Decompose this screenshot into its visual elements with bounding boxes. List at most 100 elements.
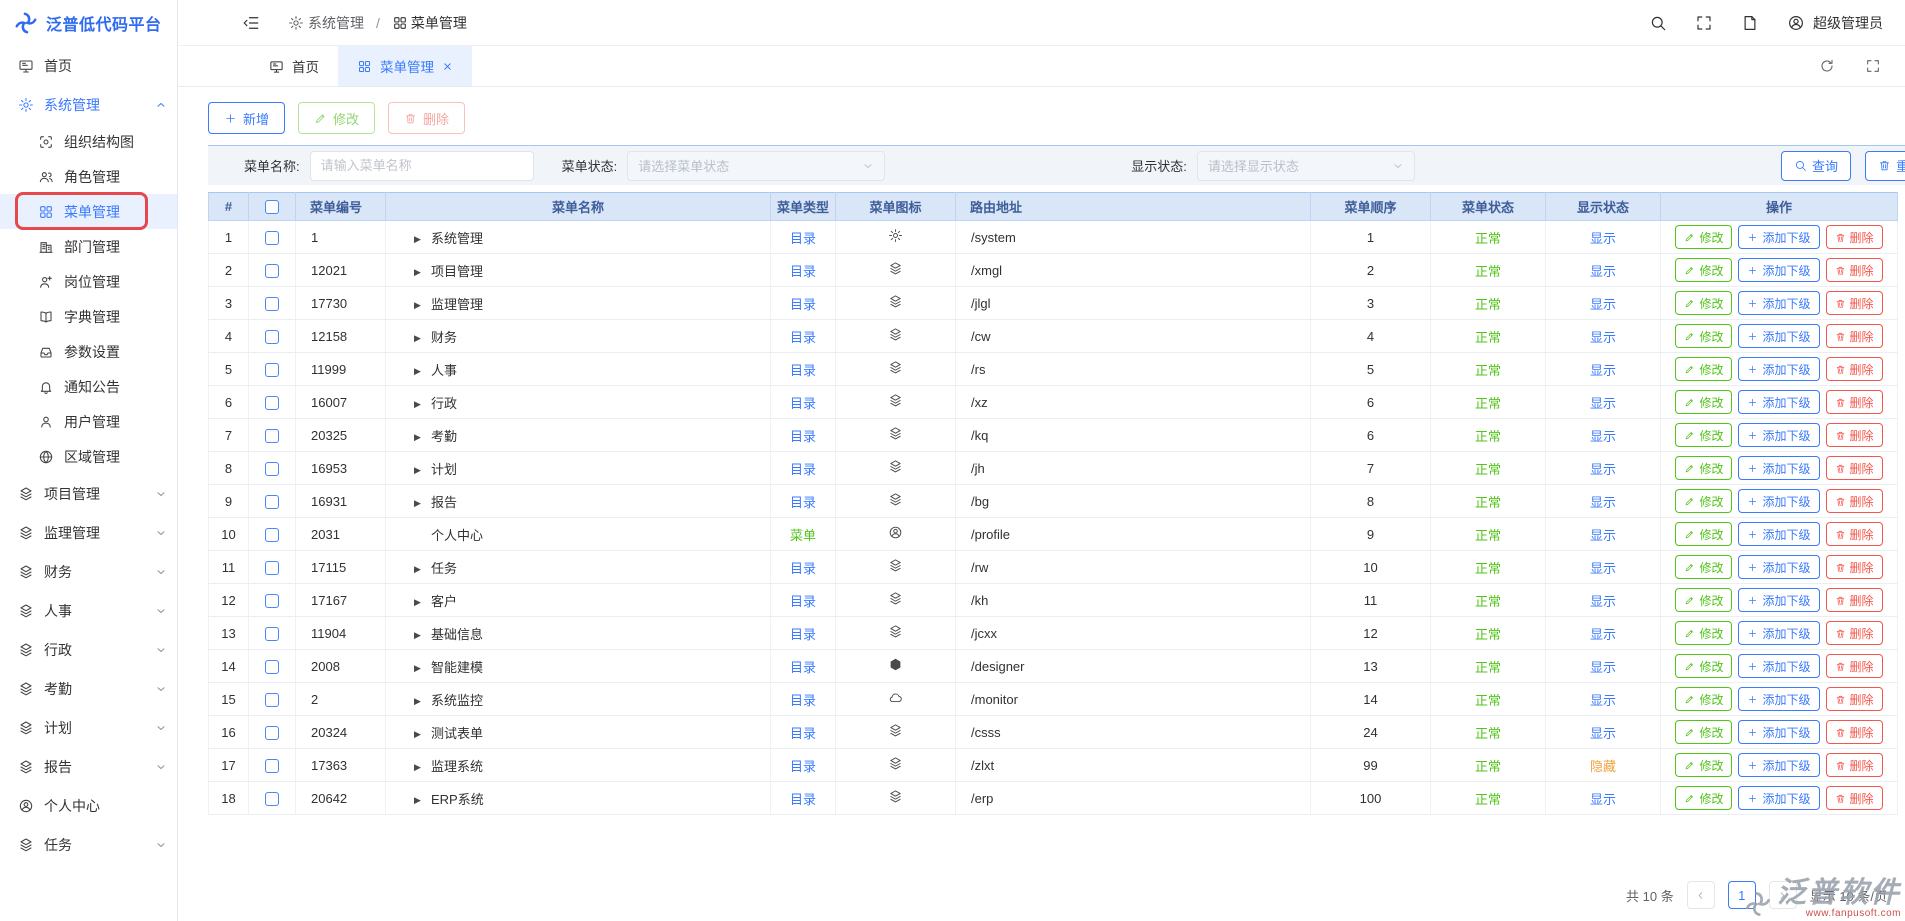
- row-delete-button[interactable]: 删除: [1826, 786, 1883, 810]
- row-add-child-button[interactable]: 添加下级: [1738, 225, 1819, 249]
- row-edit-button[interactable]: 修改: [1675, 357, 1732, 381]
- row-delete-button[interactable]: 删除: [1826, 456, 1883, 480]
- row-checkbox[interactable]: [265, 462, 279, 476]
- row-checkbox[interactable]: [265, 594, 279, 608]
- row-add-child-button[interactable]: 添加下级: [1738, 720, 1819, 744]
- expand-arrow-icon[interactable]: ▶: [414, 499, 431, 509]
- row-delete-button[interactable]: 删除: [1826, 555, 1883, 579]
- row-edit-button[interactable]: 修改: [1675, 753, 1732, 777]
- row-delete-button[interactable]: 删除: [1826, 654, 1883, 678]
- delete-button[interactable]: 删除: [388, 102, 465, 134]
- row-delete-button[interactable]: 删除: [1826, 357, 1883, 381]
- row-delete-button[interactable]: 删除: [1826, 489, 1883, 513]
- expand-arrow-icon[interactable]: ▶: [414, 268, 431, 278]
- row-checkbox[interactable]: [265, 528, 279, 542]
- expand-arrow-icon[interactable]: ▶: [414, 664, 431, 674]
- document-icon[interactable]: [1741, 14, 1759, 32]
- row-edit-button[interactable]: 修改: [1675, 588, 1732, 612]
- row-add-child-button[interactable]: 添加下级: [1738, 291, 1819, 315]
- row-edit-button[interactable]: 修改: [1675, 522, 1732, 546]
- row-add-child-button[interactable]: 添加下级: [1738, 390, 1819, 414]
- sidebar-item-role-management[interactable]: 角色管理: [0, 159, 177, 194]
- reset-button[interactable]: 重置: [1865, 151, 1905, 181]
- row-delete-button[interactable]: 删除: [1826, 390, 1883, 414]
- user-menu[interactable]: 超级管理员: [1787, 13, 1883, 33]
- row-checkbox[interactable]: [265, 660, 279, 674]
- row-delete-button[interactable]: 删除: [1826, 423, 1883, 447]
- row-edit-button[interactable]: 修改: [1675, 423, 1732, 447]
- row-delete-button[interactable]: 删除: [1826, 324, 1883, 348]
- row-delete-button[interactable]: 删除: [1826, 687, 1883, 711]
- row-edit-button[interactable]: 修改: [1675, 324, 1732, 348]
- sidebar-item-org-chart[interactable]: 组织结构图: [0, 124, 177, 159]
- sidebar-item-post-management[interactable]: 岗位管理: [0, 264, 177, 299]
- search-button[interactable]: 查询: [1781, 151, 1851, 181]
- menu-name-filter-input[interactable]: [310, 151, 534, 181]
- sidebar-item-home[interactable]: 首页: [0, 46, 177, 85]
- row-delete-button[interactable]: 删除: [1826, 588, 1883, 612]
- sidebar-item-system-management[interactable]: 系统管理: [0, 85, 177, 124]
- row-edit-button[interactable]: 修改: [1675, 489, 1732, 513]
- row-edit-button[interactable]: 修改: [1675, 654, 1732, 678]
- expand-arrow-icon[interactable]: ▶: [414, 301, 431, 311]
- row-checkbox[interactable]: [265, 561, 279, 575]
- row-edit-button[interactable]: 修改: [1675, 390, 1732, 414]
- tab-home[interactable]: 首页: [250, 46, 338, 86]
- row-delete-button[interactable]: 删除: [1826, 621, 1883, 645]
- row-checkbox[interactable]: [265, 429, 279, 443]
- sidebar-item-plan[interactable]: 计划: [0, 708, 177, 747]
- sidebar-item-param-settings[interactable]: 参数设置: [0, 334, 177, 369]
- row-add-child-button[interactable]: 添加下级: [1738, 687, 1819, 711]
- search-icon[interactable]: [1649, 14, 1667, 32]
- row-delete-button[interactable]: 删除: [1826, 225, 1883, 249]
- breadcrumb-item-menu[interactable]: 菜单管理: [392, 13, 467, 33]
- row-checkbox[interactable]: [265, 693, 279, 707]
- expand-arrow-icon[interactable]: ▶: [414, 466, 431, 476]
- row-delete-button[interactable]: 删除: [1826, 720, 1883, 744]
- row-add-child-button[interactable]: 添加下级: [1738, 423, 1819, 447]
- sidebar-item-administration[interactable]: 行政: [0, 630, 177, 669]
- sidebar-item-finance[interactable]: 财务: [0, 552, 177, 591]
- visible-status-select[interactable]: 请选择显示状态: [1197, 151, 1415, 181]
- row-edit-button[interactable]: 修改: [1675, 687, 1732, 711]
- row-edit-button[interactable]: 修改: [1675, 621, 1732, 645]
- row-add-child-button[interactable]: 添加下级: [1738, 555, 1819, 579]
- expand-arrow-icon[interactable]: ▶: [414, 367, 431, 377]
- expand-arrow-icon[interactable]: ▶: [414, 796, 431, 806]
- row-delete-button[interactable]: 删除: [1826, 522, 1883, 546]
- sidebar-item-hr[interactable]: 人事: [0, 591, 177, 630]
- menu-status-select[interactable]: 请选择菜单状态: [627, 151, 885, 181]
- row-checkbox[interactable]: [265, 792, 279, 806]
- row-checkbox[interactable]: [265, 495, 279, 509]
- row-checkbox[interactable]: [265, 297, 279, 311]
- row-checkbox[interactable]: [265, 264, 279, 278]
- expand-arrow-icon[interactable]: ▶: [414, 400, 431, 410]
- row-edit-button[interactable]: 修改: [1675, 456, 1732, 480]
- expand-arrow-icon[interactable]: ▶: [414, 697, 431, 707]
- sidebar-item-menu-management[interactable]: 菜单管理: [0, 194, 177, 229]
- row-delete-button[interactable]: 删除: [1826, 291, 1883, 315]
- tab-menu-management[interactable]: 菜单管理: [338, 46, 472, 86]
- row-add-child-button[interactable]: 添加下级: [1738, 324, 1819, 348]
- sidebar-item-profile[interactable]: 个人中心: [0, 786, 177, 825]
- fullscreen-icon[interactable]: [1695, 14, 1713, 32]
- row-add-child-button[interactable]: 添加下级: [1738, 753, 1819, 777]
- next-page-button[interactable]: [1769, 881, 1797, 909]
- row-delete-button[interactable]: 删除: [1826, 753, 1883, 777]
- row-edit-button[interactable]: 修改: [1675, 225, 1732, 249]
- row-add-child-button[interactable]: 添加下级: [1738, 489, 1819, 513]
- page-number-button[interactable]: 1: [1728, 881, 1756, 909]
- row-checkbox[interactable]: [265, 726, 279, 740]
- sidebar-item-report[interactable]: 报告: [0, 747, 177, 786]
- row-checkbox[interactable]: [265, 759, 279, 773]
- close-icon[interactable]: [442, 61, 453, 72]
- breadcrumb-item-system[interactable]: 系统管理: [288, 13, 364, 33]
- row-checkbox[interactable]: [265, 363, 279, 377]
- expand-arrow-icon[interactable]: ▶: [414, 631, 431, 641]
- sidebar-item-region-management[interactable]: 区域管理: [0, 439, 177, 474]
- sidebar-item-notice[interactable]: 通知公告: [0, 369, 177, 404]
- row-delete-button[interactable]: 删除: [1826, 258, 1883, 282]
- row-add-child-button[interactable]: 添加下级: [1738, 456, 1819, 480]
- sidebar-item-user-management[interactable]: 用户管理: [0, 404, 177, 439]
- row-add-child-button[interactable]: 添加下级: [1738, 588, 1819, 612]
